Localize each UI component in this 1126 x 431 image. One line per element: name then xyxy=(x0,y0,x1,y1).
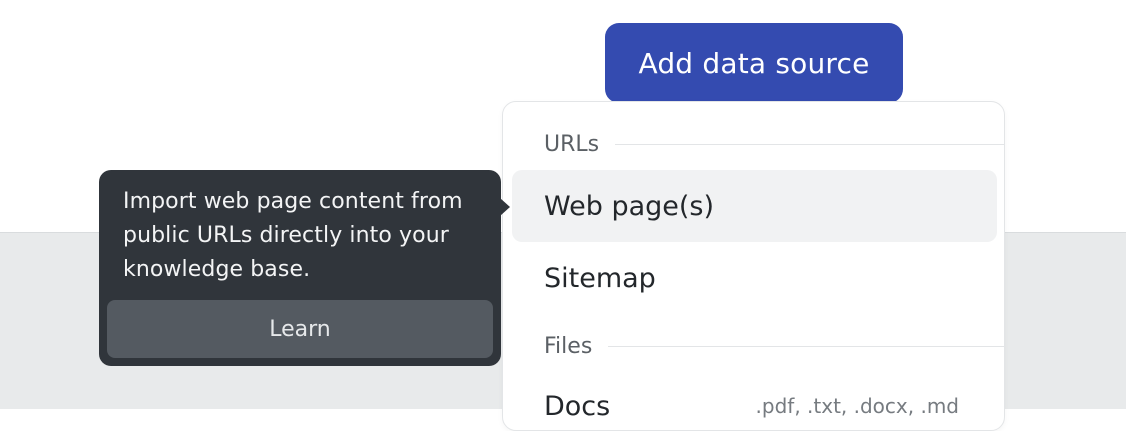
menu-item-sitemap[interactable]: Sitemap xyxy=(512,242,997,314)
menu-item-label: Sitemap xyxy=(544,262,656,294)
menu-item-docs[interactable]: Docs .pdf, .txt, .docx, .md xyxy=(512,370,997,430)
tooltip-description: Import web page content from public URLs… xyxy=(123,189,463,282)
file-extensions-hint: .pdf, .txt, .docx, .md xyxy=(755,394,959,418)
menu-item-label: Web page(s) xyxy=(544,190,715,222)
add-data-source-button[interactable]: Add data source xyxy=(605,23,903,103)
section-header-urls: URLs xyxy=(544,129,1004,159)
section-divider xyxy=(615,143,1004,145)
section-label: Files xyxy=(544,333,593,359)
learn-button[interactable]: Learn xyxy=(107,300,493,358)
menu-item-web-pages[interactable]: Web page(s) xyxy=(512,170,997,242)
web-page-tooltip: Import web page content from public URLs… xyxy=(99,170,510,366)
section-header-files: Files xyxy=(544,331,1004,361)
menu-item-label: Docs xyxy=(544,390,611,422)
section-divider xyxy=(608,345,1004,347)
tooltip-arrow xyxy=(500,198,510,216)
section-label: URLs xyxy=(544,131,600,157)
data-source-dropdown-menu: URLs Web page(s) Sitemap Files Docs .pdf… xyxy=(502,101,1005,431)
